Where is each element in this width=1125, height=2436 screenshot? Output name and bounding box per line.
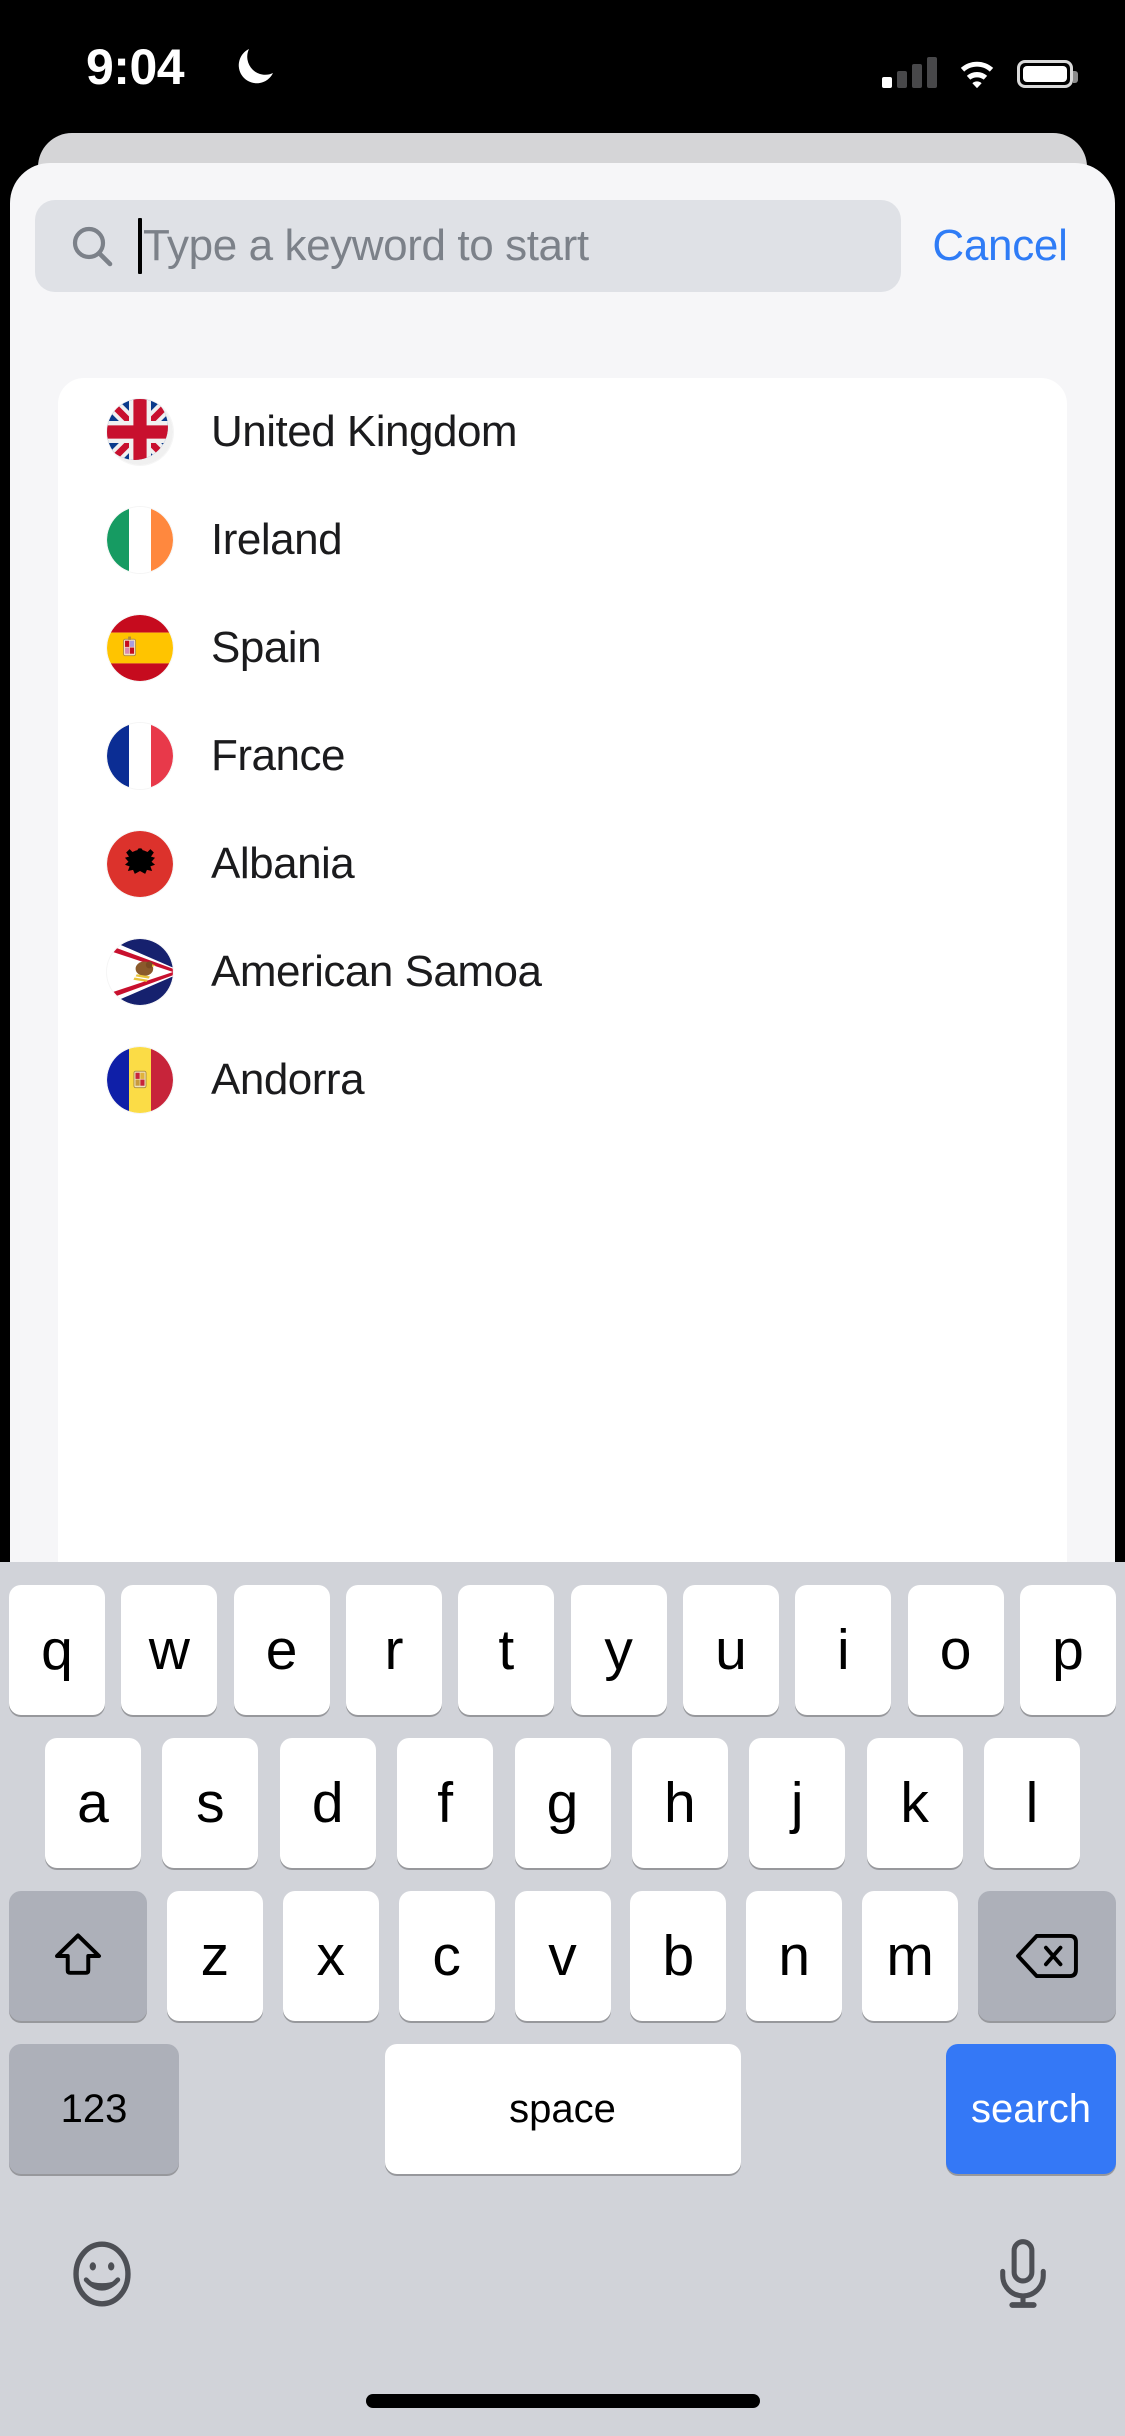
list-item-label: American Samoa [211,947,542,996]
wifi-icon [960,61,994,88]
emoji-icon[interactable] [64,2236,140,2312]
list-item[interactable]: Andorra [58,1026,1067,1134]
key-q[interactable]: q [9,1585,105,1715]
search-key[interactable]: search [946,2044,1116,2174]
list-item[interactable]: Ireland [58,486,1067,594]
flag-andorra-icon [107,1047,173,1113]
home-indicator [365,2394,760,2408]
list-item[interactable]: Spain [58,594,1067,702]
key-z[interactable]: z [166,1891,263,2021]
delete-key[interactable] [978,1891,1116,2021]
key-i[interactable]: i [795,1585,892,1715]
key-u[interactable]: u [682,1585,779,1715]
list-item-label: Spain [211,623,322,672]
cancel-button[interactable]: Cancel [901,221,1093,271]
key-j[interactable]: j [749,1738,846,1868]
key-g[interactable]: g [514,1738,611,1868]
flag-united-kingdom-icon [107,399,173,465]
list-item-label: United Kingdom [211,407,518,456]
key-n[interactable]: n [746,1891,843,2021]
search-placeholder: Type a keyword to start [143,221,589,270]
flag-spain-icon [107,615,173,681]
search-header: Type a keyword to start Cancel [10,196,1115,296]
key-s[interactable]: s [162,1738,259,1868]
list-item[interactable]: United Kingdom [58,378,1067,486]
iphone-screen: 9:04 Type a keyword to start Cancel Unit… [0,0,1125,2436]
search-sheet: Type a keyword to start Cancel United Ki… [10,163,1115,1562]
list-item[interactable]: American Samoa [58,918,1067,1026]
key-e[interactable]: e [233,1585,330,1715]
flag-france-icon [107,723,173,789]
flag-ireland-icon [107,507,173,573]
shift-icon [55,1933,101,1975]
keyboard-row-1: q w e r t y u i o p [0,1585,1125,1715]
cellular-signal-icon [882,56,937,88]
status-bar: 9:04 [0,0,1125,132]
key-f[interactable]: f [397,1738,494,1868]
key-d[interactable]: d [279,1738,376,1868]
search-input[interactable]: Type a keyword to start [35,200,901,292]
search-icon [72,226,113,267]
flag-albania-icon [107,831,173,897]
key-y[interactable]: y [570,1585,667,1715]
key-a[interactable]: a [45,1738,141,1868]
keyboard-row-4: 123 space search [0,2044,1125,2174]
key-x[interactable]: x [282,1891,379,2021]
list-item-label: Andorra [211,1055,365,1104]
microphone-icon[interactable] [985,2236,1061,2312]
moon-icon [238,49,273,84]
list-item-label: Ireland [211,515,343,564]
numeric-key[interactable]: 123 [9,2044,179,2174]
flag-american-samoa-icon [107,939,173,1005]
delete-icon [1016,1933,1078,1979]
shift-key[interactable] [9,1891,147,2021]
country-result-list[interactable]: United Kingdom Ireland Spain France Alba… [58,378,1067,1562]
list-item[interactable]: Albania [58,810,1067,918]
battery-icon [1017,60,1078,88]
key-c[interactable]: c [398,1891,495,2021]
key-w[interactable]: w [121,1585,218,1715]
key-h[interactable]: h [631,1738,728,1868]
status-bar-indicators [882,44,1078,88]
key-b[interactable]: b [630,1891,727,2021]
key-t[interactable]: t [458,1585,555,1715]
keyboard-bottom-row [0,2204,1125,2344]
keyboard-row-3: z x c v b n m [0,1891,1125,2021]
keyboard-row-2: a s d f g h j k l [0,1738,1125,1868]
space-key[interactable]: space [384,2044,741,2174]
list-item[interactable]: France [58,702,1067,810]
list-item-label: Albania [211,839,355,888]
key-r[interactable]: r [345,1585,442,1715]
status-bar-time: 9:04 [86,39,185,95]
text-cursor [138,218,142,274]
key-p[interactable]: p [1019,1585,1116,1715]
key-k[interactable]: k [866,1738,963,1868]
key-o[interactable]: o [907,1585,1004,1715]
key-l[interactable]: l [984,1738,1080,1868]
keyboard: q w e r t y u i o p a s d f g h j k l z … [0,1562,1125,2436]
key-v[interactable]: v [514,1891,611,2021]
list-item-label: France [211,731,345,780]
key-m[interactable]: m [862,1891,959,2021]
